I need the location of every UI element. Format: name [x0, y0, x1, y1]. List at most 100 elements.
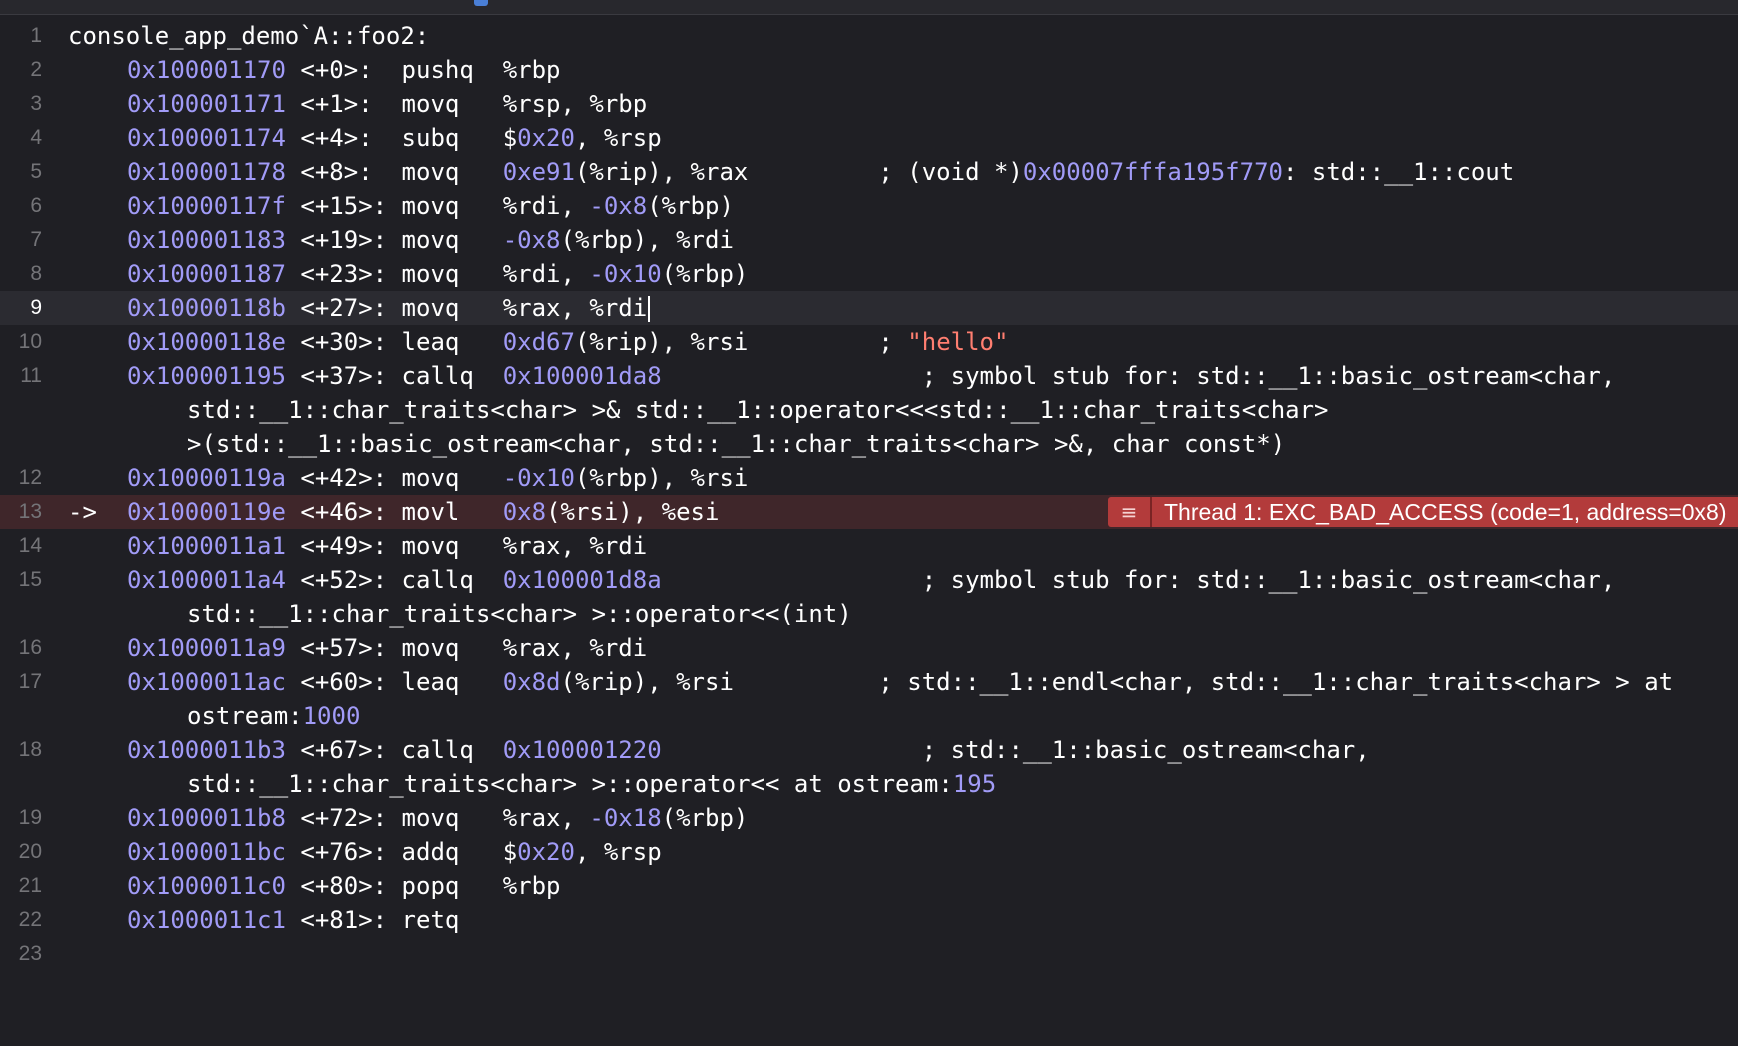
code-area[interactable]: 1 console_app_demo`A::foo2: 2 0x10000117… — [0, 19, 1738, 971]
editor-top-bar — [0, 0, 1738, 15]
comment: : std::__1::cout — [1282, 158, 1515, 186]
mnemonic: leaq — [401, 668, 503, 696]
mnemonic: callq — [401, 362, 503, 390]
instruction: 0x10000119a <+42>: movq -0x10(%rbp), %rs… — [68, 461, 748, 495]
line-number[interactable]: 14 — [0, 529, 42, 563]
offset: <+8>: — [285, 158, 402, 186]
mnemonic: movq — [401, 294, 503, 322]
operand: %rbp — [502, 56, 561, 84]
code-line[interactable]: 22 0x1000011c1 <+81>: retq — [0, 903, 1738, 937]
list-icon[interactable]: ≡ — [1108, 497, 1152, 527]
code-line[interactable]: 12 0x10000119a <+42>: movq -0x10(%rbp), … — [0, 461, 1738, 495]
line-number[interactable]: 20 — [0, 835, 42, 869]
disassembly-editor[interactable]: 1 console_app_demo`A::foo2: 2 0x10000117… — [0, 0, 1738, 1046]
mnemonic: popq — [401, 872, 503, 900]
address: 0x10000118b — [127, 294, 286, 322]
code-line[interactable]: 7 0x100001183 <+19>: movq -0x8(%rbp), %r… — [0, 223, 1738, 257]
instruction: 0x100001195 <+37>: callq 0x100001da8 ; s… — [68, 359, 1615, 393]
operand: $ — [502, 838, 518, 866]
code-line[interactable]: 21 0x1000011c0 <+80>: popq %rbp — [0, 869, 1738, 903]
line-number[interactable]: 2 — [0, 53, 42, 87]
line-number[interactable]: 19 — [0, 801, 42, 835]
code-line[interactable]: 3 0x100001171 <+1>: movq %rsp, %rbp — [0, 87, 1738, 121]
code-line[interactable]: 17 0x1000011ac <+60>: leaq 0x8d(%rip), %… — [0, 665, 1738, 699]
operand: (%rbp) — [661, 260, 749, 288]
tab-indicator — [474, 0, 488, 6]
line-number[interactable]: 4 — [0, 121, 42, 155]
mnemonic: callq — [401, 736, 503, 764]
code-line[interactable]: 4 0x100001174 <+4>: subq $0x20, %rsp — [0, 121, 1738, 155]
call-target: 0x100001da8 — [502, 362, 662, 390]
code-line[interactable]: 14 0x1000011a1 <+49>: movq %rax, %rdi — [0, 529, 1738, 563]
line-number[interactable]: 11 — [0, 359, 42, 393]
address: 0x100001174 — [127, 124, 286, 152]
mnemonic: movl — [401, 498, 503, 526]
code-line[interactable]: 16 0x1000011a9 <+57>: movq %rax, %rdi — [0, 631, 1738, 665]
line-number[interactable]: 6 — [0, 189, 42, 223]
instruction: 0x10000119e <+46>: movl 0x8(%rsi), %esi — [68, 495, 719, 529]
comment-text: ostream: — [187, 702, 303, 730]
address: 0x1000011a1 — [127, 532, 286, 560]
line-number[interactable]: 1 — [0, 19, 42, 53]
instruction: 0x100001178 <+8>: movq 0xe91(%rip), %rax… — [68, 155, 1514, 189]
immediate-value: 0xe91 — [502, 158, 575, 186]
operand: (%rbp) — [661, 804, 749, 832]
line-number[interactable]: 13 — [0, 495, 42, 529]
mnemonic: movq — [401, 464, 503, 492]
operand: (%rbp), %rsi — [574, 464, 749, 492]
address: 0x10000119e — [127, 498, 286, 526]
offset: <+72>: — [285, 804, 402, 832]
operand: %rax, %rdi — [502, 634, 648, 662]
offset: <+67>: — [285, 736, 402, 764]
current-line[interactable]: 9 0x10000118b <+27>: movq %rax, %rdi — [0, 291, 1738, 325]
mnemonic: addq — [401, 838, 503, 866]
code-line[interactable]: 15 0x1000011a4 <+52>: callq 0x100001d8a … — [0, 563, 1738, 597]
line-number[interactable]: 3 — [0, 87, 42, 121]
immediate-value: 0x20 — [517, 838, 575, 866]
code-line[interactable]: 18 0x1000011b3 <+67>: callq 0x100001220 … — [0, 733, 1738, 767]
code-line[interactable]: 11 0x100001195 <+37>: callq 0x100001da8 … — [0, 359, 1738, 393]
address: 0x1000011c1 — [127, 906, 286, 934]
line-number[interactable]: 22 — [0, 903, 42, 937]
offset: <+27>: — [285, 294, 402, 322]
address: 0x1000011b8 — [127, 804, 286, 832]
immediate-value: 0x8d — [502, 668, 561, 696]
line-number[interactable]: 5 — [0, 155, 42, 189]
code-line[interactable]: 20 0x1000011bc <+76>: addq $0x20, %rsp — [0, 835, 1738, 869]
line-number[interactable]: 8 — [0, 257, 42, 291]
code-line[interactable]: 5 0x100001178 <+8>: movq 0xe91(%rip), %r… — [0, 155, 1738, 189]
code-line[interactable]: 23 — [0, 937, 1738, 971]
mnemonic: leaq — [401, 328, 503, 356]
address: 0x100001183 — [127, 226, 286, 254]
code-line[interactable]: 19 0x1000011b8 <+72>: movq %rax, -0x18(%… — [0, 801, 1738, 835]
operand: %rax, %rdi — [502, 532, 648, 560]
code-line[interactable]: 1 console_app_demo`A::foo2: — [0, 19, 1738, 53]
error-annotation[interactable]: ≡ Thread 1: EXC_BAD_ACCESS (code=1, addr… — [1108, 497, 1738, 527]
immediate-value: 0x20 — [517, 124, 575, 152]
line-number[interactable]: 16 — [0, 631, 42, 665]
code-line[interactable]: 10 0x10000118e <+30>: leaq 0xd67(%rip), … — [0, 325, 1738, 359]
line-number[interactable]: 23 — [0, 937, 42, 971]
line-number[interactable]: 10 — [0, 325, 42, 359]
immediate-value: 0xd67 — [502, 328, 575, 356]
line-number[interactable]: 18 — [0, 733, 42, 767]
line-number[interactable]: 7 — [0, 223, 42, 257]
address: 0x10000117f — [127, 192, 286, 220]
line-number[interactable]: 21 — [0, 869, 42, 903]
instruction: 0x1000011c1 <+81>: retq — [68, 903, 459, 937]
crash-line[interactable]: 13 -> 0x10000119e <+46>: movl 0x8(%rsi),… — [0, 495, 1738, 529]
code-line[interactable]: 2 0x100001170 <+0>: pushq %rbp — [0, 53, 1738, 87]
line-number[interactable]: 12 — [0, 461, 42, 495]
offset: <+49>: — [285, 532, 402, 560]
code-line-continuation: ostream:1000 — [0, 699, 1738, 733]
code-line[interactable]: 8 0x100001187 <+23>: movq %rdi, -0x10(%r… — [0, 257, 1738, 291]
line-number[interactable]: 15 — [0, 563, 42, 597]
offset: <+23>: — [285, 260, 402, 288]
code-line[interactable]: 6 0x10000117f <+15>: movq %rdi, -0x8(%rb… — [0, 189, 1738, 223]
instruction: 0x1000011bc <+76>: addq $0x20, %rsp — [68, 835, 662, 869]
line-number[interactable]: 9 — [0, 291, 42, 325]
offset: <+60>: — [285, 668, 402, 696]
comment-address: 0x00007fffa195f770 — [1022, 158, 1283, 186]
line-number[interactable]: 17 — [0, 665, 42, 699]
address: 0x10000119a — [127, 464, 286, 492]
